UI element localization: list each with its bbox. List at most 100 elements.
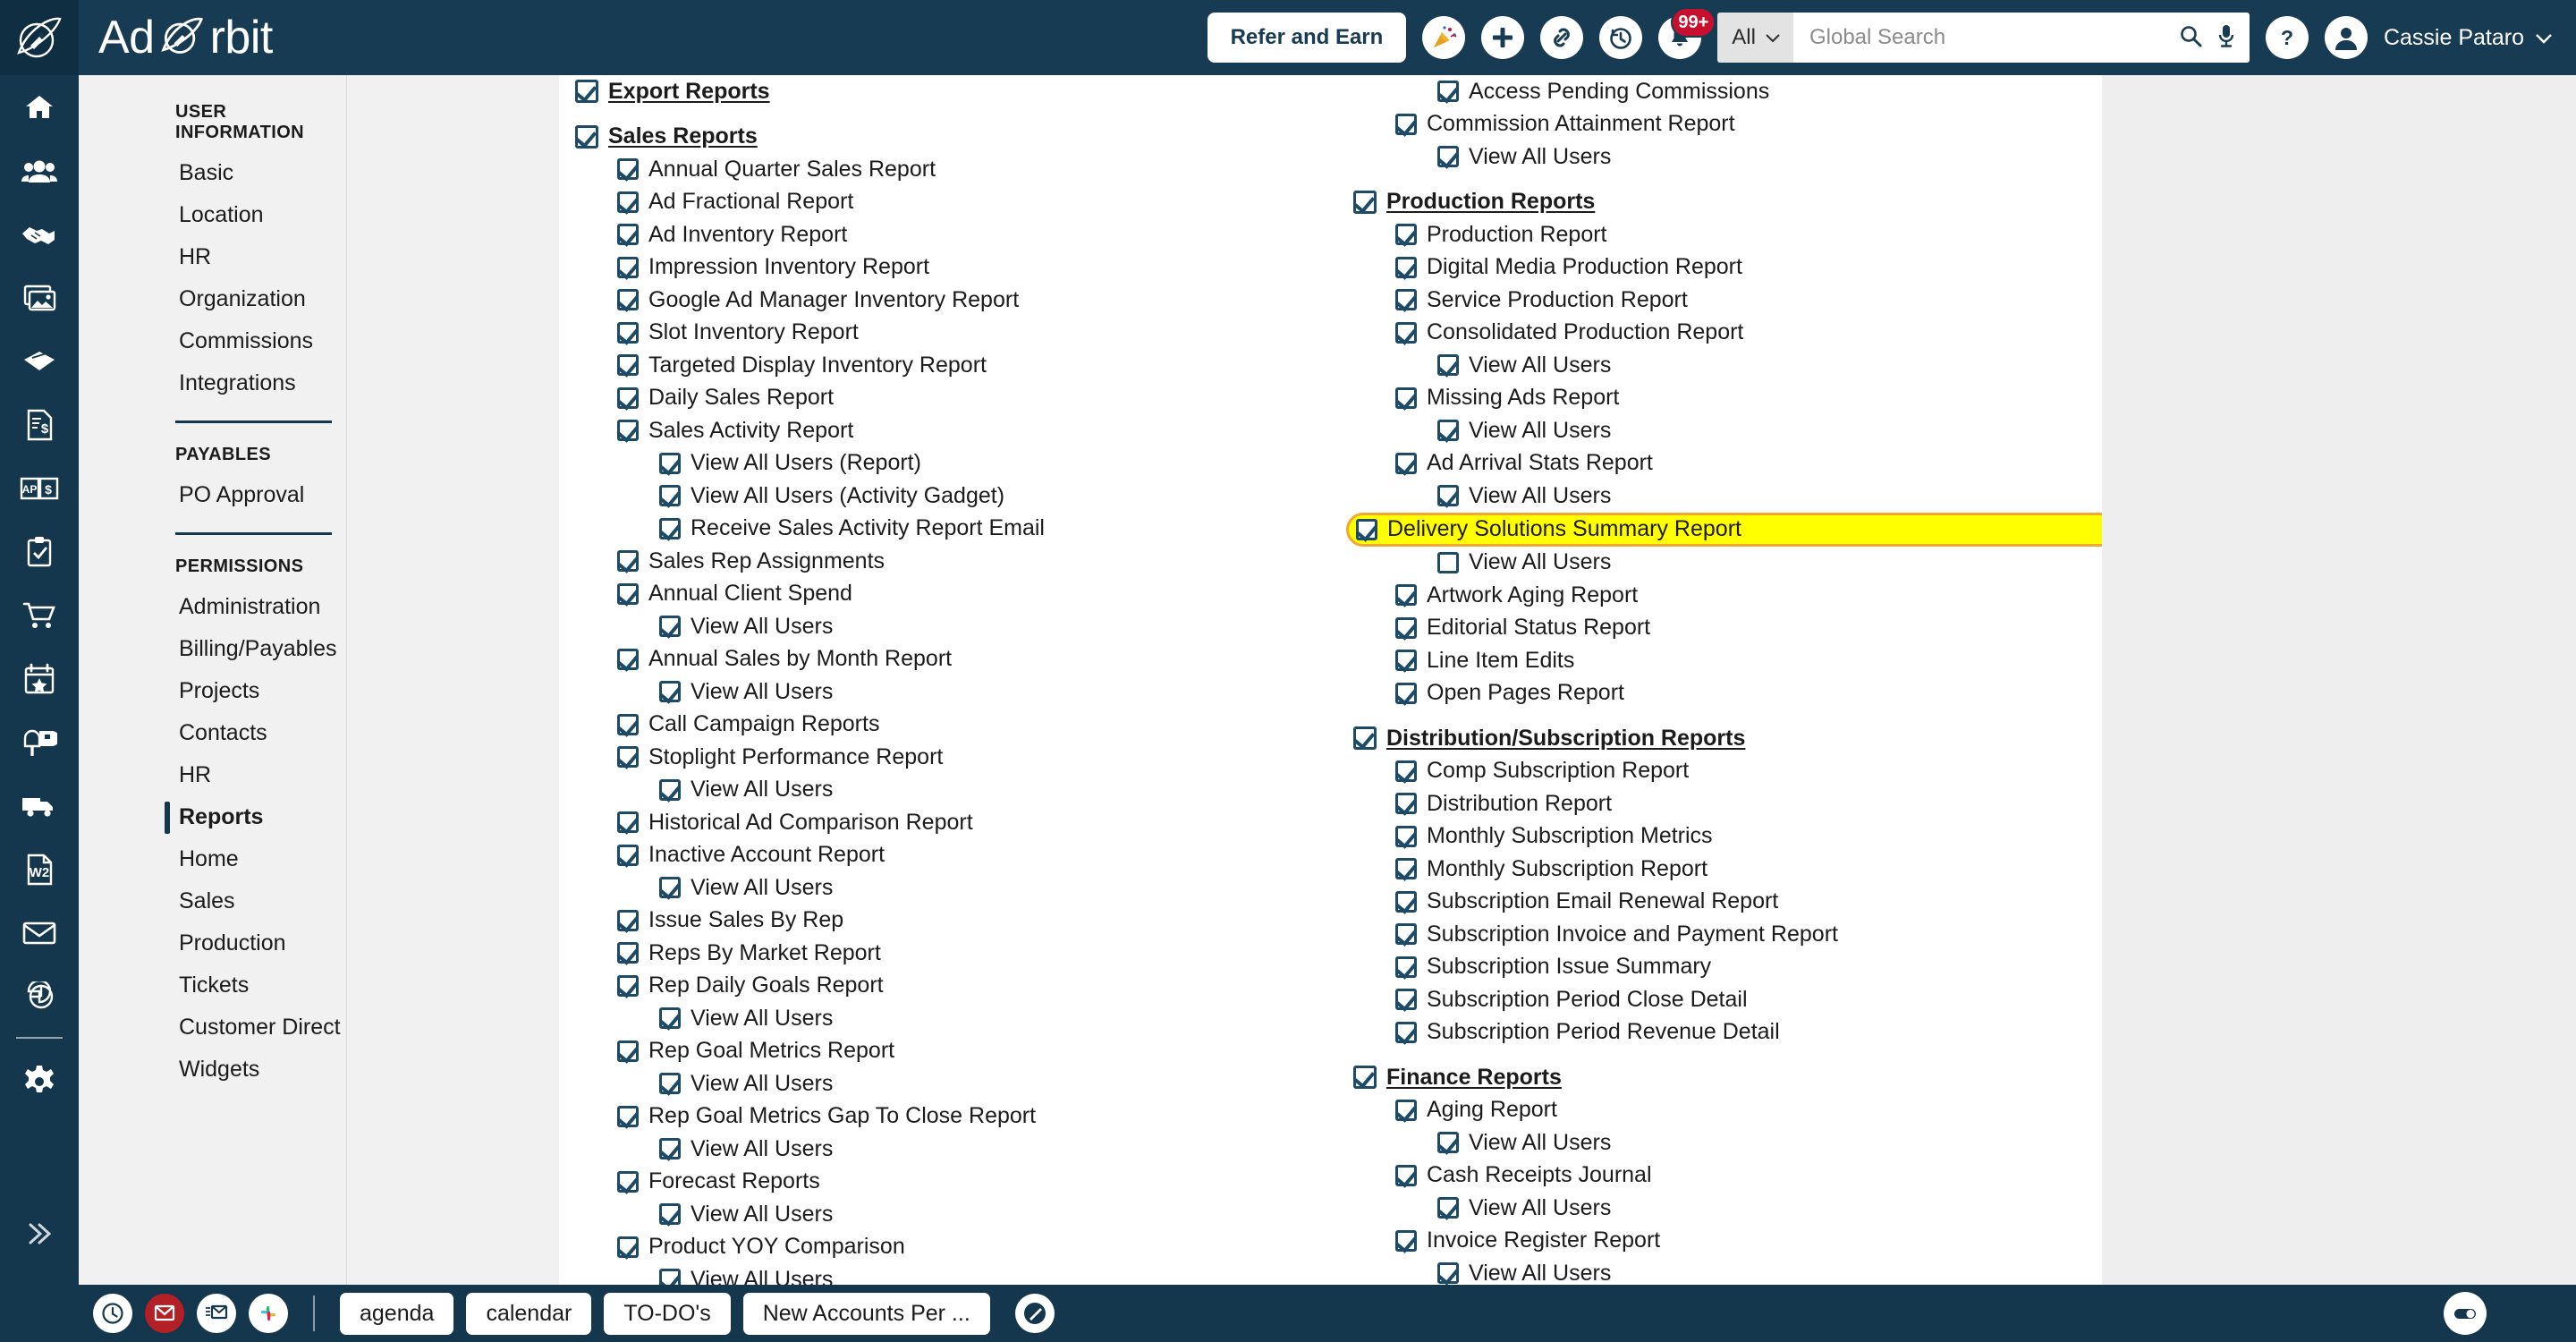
permission-row[interactable]: Finance Reports [1353, 1061, 2087, 1094]
permission-row[interactable]: Cash Receipts Journal [1353, 1159, 2087, 1193]
checkbox[interactable] [1395, 289, 1417, 311]
sidebar-item-hr[interactable]: HR [79, 236, 346, 278]
permission-row[interactable]: View All Users [1353, 349, 2087, 382]
checkbox[interactable] [659, 1007, 681, 1030]
checkbox[interactable] [1437, 354, 1459, 377]
sidebar-item-basic[interactable]: Basic [79, 152, 346, 194]
checkbox[interactable] [659, 1203, 681, 1226]
checkbox[interactable] [1395, 682, 1417, 704]
permission-row[interactable]: View All Users [575, 1133, 1309, 1166]
permission-row[interactable]: Daily Sales Report [575, 382, 1309, 415]
permission-label[interactable]: Artwork Aging Report [1427, 582, 1638, 608]
gear-icon[interactable] [0, 1049, 79, 1113]
checkbox[interactable] [1437, 551, 1459, 573]
permission-label[interactable]: View All Users [691, 1267, 833, 1285]
permission-row[interactable]: Forecast Reports [575, 1166, 1309, 1199]
permission-label[interactable]: Subscription Period Revenue Detail [1427, 1019, 1780, 1045]
handshake-icon[interactable] [0, 202, 79, 266]
permission-group-label[interactable]: Export Reports [608, 79, 770, 105]
permission-label[interactable]: View All Users [1469, 352, 1611, 378]
permission-label[interactable]: View All Users [691, 614, 833, 640]
checkbox[interactable] [1437, 1197, 1459, 1219]
checkbox[interactable] [1437, 420, 1459, 442]
plus-icon[interactable] [1481, 16, 1525, 59]
permission-group-label[interactable]: Distribution/Subscription Reports [1386, 726, 1745, 752]
permission-label[interactable]: Access Pending Commissions [1469, 79, 1769, 105]
truck-icon[interactable] [0, 774, 79, 837]
sidebar-item-po-approval[interactable]: PO Approval [79, 474, 346, 516]
permission-row[interactable]: View All Users [575, 1263, 1309, 1285]
checkbox[interactable] [1395, 256, 1417, 278]
permission-label[interactable]: Ad Arrival Stats Report [1427, 450, 1653, 476]
permission-row[interactable]: Rep Goal Metrics Gap To Close Report [575, 1100, 1309, 1134]
permission-label[interactable]: Forecast Reports [648, 1168, 820, 1194]
sidebar-item-commissions[interactable]: Commissions [79, 320, 346, 362]
invoice-dollar-icon[interactable]: $ [0, 393, 79, 456]
permission-label[interactable]: Sales Rep Assignments [648, 548, 885, 574]
sidebar-item-organization[interactable]: Organization [79, 278, 346, 320]
permission-row[interactable]: Artwork Aging Report [1353, 579, 2087, 612]
history-clock-icon[interactable] [1599, 16, 1643, 59]
permission-label[interactable]: Ad Inventory Report [648, 222, 847, 248]
permission-row[interactable]: Production Report [1353, 218, 2087, 251]
mail-list-icon[interactable] [197, 1294, 236, 1333]
calendar-star-icon[interactable] [0, 647, 79, 710]
sidebar-item-production[interactable]: Production [79, 922, 346, 964]
checkbox[interactable] [1395, 321, 1417, 344]
checkbox[interactable] [1395, 858, 1417, 880]
permission-row-highlighted[interactable]: Delivery Solutions Summary Report [1346, 512, 2102, 547]
permission-row[interactable]: Subscription Period Revenue Detail [1353, 1016, 2087, 1049]
sidebar-item-projects[interactable]: Projects [79, 670, 346, 712]
chevron-double-right-icon[interactable] [0, 1202, 79, 1265]
permission-row[interactable]: Rep Goal Metrics Report [575, 1035, 1309, 1068]
taskbar-button-calendar[interactable]: calendar [466, 1292, 592, 1335]
permission-row[interactable]: Sales Reports [575, 121, 1309, 154]
images-icon[interactable] [0, 266, 79, 329]
checkbox[interactable] [1395, 1099, 1417, 1121]
permission-row[interactable]: Distribution Report [1353, 787, 2087, 820]
people-icon[interactable] [0, 139, 79, 202]
checkbox[interactable] [1395, 956, 1417, 978]
permission-row[interactable]: Consolidated Production Report [1353, 317, 2087, 350]
checkbox[interactable] [659, 616, 681, 638]
user-menu[interactable]: Cassie Pataro [2384, 25, 2553, 51]
checkbox[interactable] [575, 124, 598, 149]
permission-row[interactable]: Line Item Edits [1353, 644, 2087, 677]
sidebar-item-reports[interactable]: Reports [79, 796, 346, 838]
permission-label[interactable]: View All Users (Activity Gadget) [691, 483, 1004, 509]
permission-group-label[interactable]: Sales Reports [608, 123, 758, 149]
permission-label[interactable]: View All Users (Report) [691, 450, 921, 476]
checkbox[interactable] [617, 1040, 639, 1062]
permission-row[interactable]: Annual Quarter Sales Report [575, 153, 1309, 186]
permission-label[interactable]: Commission Attainment Report [1427, 111, 1735, 137]
sidebar-item-integrations[interactable]: Integrations [79, 362, 346, 404]
permission-label[interactable]: Subscription Email Renewal Report [1427, 888, 1778, 914]
sidebar-item-customer-direct[interactable]: Customer Direct [79, 1007, 346, 1049]
permission-label[interactable]: Reps By Market Report [648, 940, 881, 966]
checkbox[interactable] [1437, 81, 1459, 103]
permission-label[interactable]: Sales Activity Report [648, 418, 853, 444]
permission-row[interactable]: Product YOY Comparison [575, 1231, 1309, 1264]
permission-row[interactable]: View All Users (Activity Gadget) [575, 480, 1309, 513]
checkbox[interactable] [617, 386, 639, 409]
sidebar-item-location[interactable]: Location [79, 194, 346, 236]
checkbox[interactable] [617, 191, 639, 213]
permission-label[interactable]: Daily Sales Report [648, 385, 834, 411]
pie-chart-icon[interactable] [0, 964, 79, 1028]
permission-label[interactable]: View All Users [1469, 144, 1611, 170]
permission-row[interactable]: View All Users [1353, 480, 2087, 513]
permission-row[interactable]: View All Users [1353, 547, 2087, 580]
sidebar-item-billing-payables[interactable]: Billing/Payables [79, 628, 346, 670]
permission-row[interactable]: Subscription Period Close Detail [1353, 983, 2087, 1016]
sidebar-item-sales[interactable]: Sales [79, 880, 346, 922]
permission-label[interactable]: View All Users [691, 1006, 833, 1032]
permission-row[interactable]: Annual Sales by Month Report [575, 643, 1309, 676]
question-mark-icon[interactable]: ? [2265, 16, 2309, 59]
checkbox[interactable] [617, 224, 639, 246]
checkbox[interactable] [617, 420, 639, 442]
taskbar-button-todos[interactable]: TO-DO's [604, 1292, 731, 1335]
checkbox[interactable] [1395, 1164, 1417, 1186]
permission-row[interactable]: View All Users [575, 871, 1309, 905]
checkbox[interactable] [1395, 386, 1417, 409]
checkbox[interactable] [1395, 224, 1417, 246]
